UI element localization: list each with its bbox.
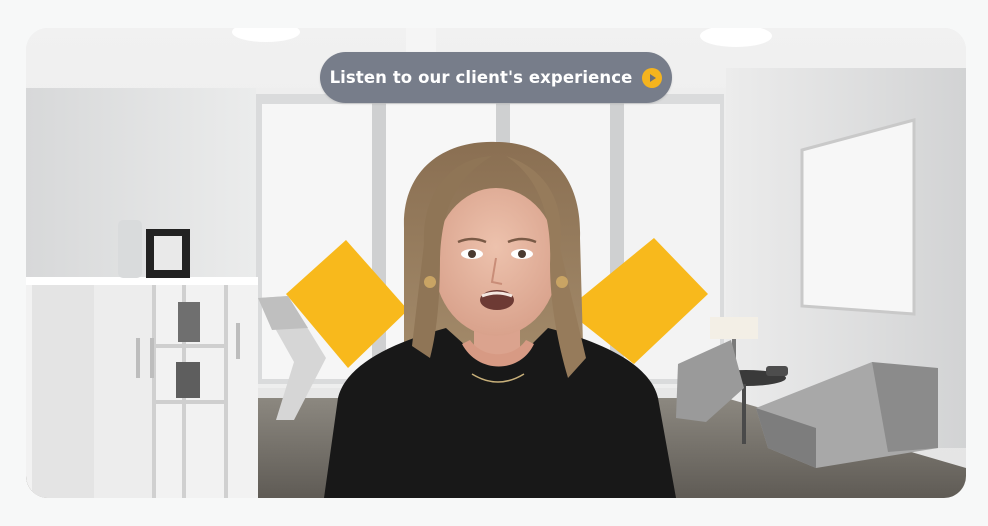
client-experience-button[interactable]: Listen to our client's experience [320, 52, 672, 103]
video-player[interactable]: Listen to our client's experience [26, 28, 966, 498]
client-experience-label: Listen to our client's experience [329, 68, 633, 87]
play-circle-icon [642, 67, 663, 88]
